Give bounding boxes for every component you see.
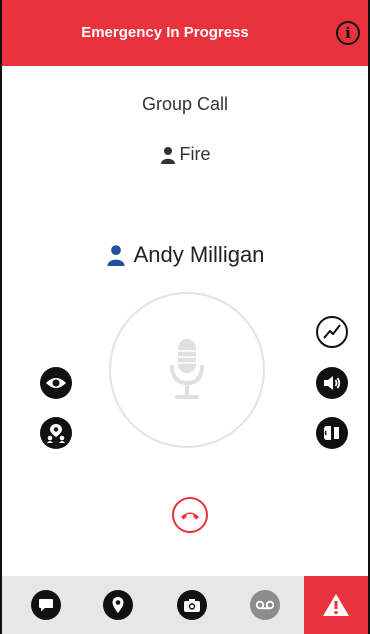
tab-camera[interactable] xyxy=(162,576,222,634)
microphone-icon xyxy=(170,339,204,399)
group-location-icon[interactable] xyxy=(40,417,72,449)
tab-location[interactable] xyxy=(88,576,148,634)
activity-icon[interactable] xyxy=(316,316,348,348)
hang-up-icon xyxy=(181,512,199,520)
eye-icon[interactable] xyxy=(40,367,72,399)
header-bar: Emergency In Progress i xyxy=(0,0,370,66)
push-to-talk-button[interactable] xyxy=(109,292,265,448)
chat-icon xyxy=(31,590,61,620)
tab-voicemail[interactable] xyxy=(235,576,295,634)
camera-icon xyxy=(177,590,207,620)
earpiece-icon[interactable] xyxy=(316,417,348,449)
tab-emergency[interactable] xyxy=(304,576,368,634)
location-pin-icon xyxy=(103,590,133,620)
info-icon[interactable]: i xyxy=(336,21,360,45)
group-label: Fire xyxy=(0,144,370,165)
call-type-label: Group Call xyxy=(141,94,229,114)
speaker-name: Andy Milligan xyxy=(133,242,265,267)
current-speaker: Andy Milligan xyxy=(0,242,370,268)
speaker-person-icon xyxy=(107,245,125,266)
speaker-icon[interactable] xyxy=(316,367,348,399)
header-title: Emergency In Progress xyxy=(81,24,249,41)
person-icon xyxy=(160,146,175,164)
hang-up-button[interactable] xyxy=(172,497,208,533)
group-name: Fire xyxy=(179,144,211,164)
bottom-toolbar xyxy=(0,576,370,634)
emergency-alert-icon xyxy=(323,594,349,616)
tab-chat[interactable] xyxy=(16,576,76,634)
voicemail-icon xyxy=(250,590,280,620)
